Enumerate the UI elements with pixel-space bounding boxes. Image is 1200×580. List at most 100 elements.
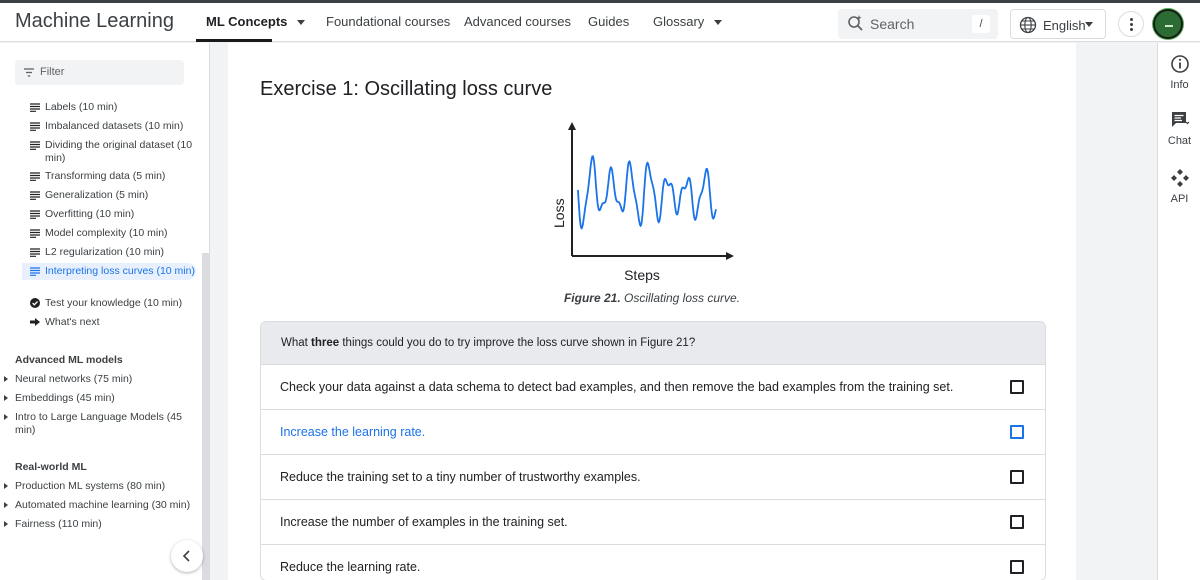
loss-curve-line [577,155,717,230]
tree-label: Automated machine learning (30 min) [15,499,191,511]
toc-label: Imbalanced datasets (10 min) [45,120,184,132]
answer-option-text: Check your data against a data schema to… [280,380,954,394]
answer-checkbox[interactable] [1010,425,1024,439]
toc-item-imbalanced-datasets[interactable]: Imbalanced datasets (10 min) [30,120,198,133]
language-label: English [1043,18,1086,33]
section-title-real-world-ml: Real-world ML [15,461,87,473]
loss-curve-figure: Loss Steps [551,122,734,283]
rail-label: API [1170,193,1189,205]
tree-item-production-ml-systems[interactable]: Production ML systems (80 min) [4,480,194,493]
chevron-left-icon [182,550,190,562]
answer-option-text: Reduce the learning rate. [280,560,421,574]
toc-label: What's next [45,316,100,328]
account-avatar[interactable] [1153,9,1183,39]
check-circle-icon [30,298,40,308]
caption-number: Figure 21. [563,291,621,305]
section-title-advanced-ml-models: Advanced ML models [15,354,123,366]
filter-placeholder: Filter [40,66,65,78]
expand-arrow-icon [4,521,8,527]
toc-item-l2-regularization[interactable]: L2 regularization (10 min) [30,246,198,259]
y-axis-label: Loss [551,198,567,228]
api-icon [1170,169,1189,187]
article-icon [30,267,40,276]
toc-label: Labels (10 min) [45,101,118,113]
sidebar-scrollbar[interactable] [202,253,209,580]
question-text: things could you do to try improve the l… [339,337,696,349]
chevron-down-icon [714,20,723,26]
more-options-button[interactable] [1118,11,1144,37]
filter-input[interactable]: Filter [15,60,184,85]
tree-item-automated-ml[interactable]: Automated machine learning (30 min) [4,499,194,512]
right-rail: Info Chat API [1157,43,1200,580]
tree-item-fairness[interactable]: Fairness (110 min) [4,518,194,531]
article-content: Exercise 1: Oscillating loss curve Loss … [228,43,1076,580]
y-axis-arrow [568,122,576,130]
search-placeholder: Search [870,16,915,32]
info-button[interactable]: Info [1158,54,1200,91]
search-input[interactable]: Search / [838,9,998,39]
tree-item-embeddings[interactable]: Embeddings (45 min) [4,392,194,405]
toc-item-model-complexity[interactable]: Model complexity (10 min) [30,227,198,240]
toc-item-labels[interactable]: Labels (10 min) [30,101,198,114]
answer-option[interactable]: Check your data against a data schema to… [261,364,1045,409]
top-bar: Machine Learning ML Concepts Foundationa… [0,0,1200,42]
search-shortcut-key: / [972,15,990,33]
toc-item-test-your-knowledge[interactable]: Test your knowledge (10 min) [30,297,198,310]
toc-label: Transforming data (5 min) [45,170,166,182]
toc-item-overfitting[interactable]: Overfitting (10 min) [30,208,198,221]
toc-item-transforming-data[interactable]: Transforming data (5 min) [30,170,198,183]
nav-guides[interactable]: Guides [588,14,629,29]
toc-item-dividing-dataset[interactable]: Dividing the original dataset (10 min) [30,139,198,165]
page-title: Exercise 1: Oscillating loss curve [260,78,553,100]
nav-glossary[interactable]: Glossary [653,14,723,29]
answer-option[interactable]: Reduce the training set to a tiny number… [261,454,1045,499]
collapse-sidebar-button[interactable] [171,540,203,572]
globe-icon [1019,16,1037,34]
article-icon [30,172,40,181]
answer-option[interactable]: Increase the learning rate. [261,409,1045,454]
toc-label: Generalization (5 min) [45,189,149,201]
answer-checkbox[interactable] [1010,560,1024,574]
rail-label: Info [1170,79,1189,91]
tree-label: Fairness (110 min) [15,518,102,530]
site-title[interactable]: Machine Learning [15,10,174,33]
nav-foundational-courses[interactable]: Foundational courses [326,14,450,29]
question-header: What three things could you do to try im… [261,322,1045,364]
api-button[interactable]: API [1158,168,1200,205]
answer-option[interactable]: Reduce the learning rate. [261,544,1045,580]
article-icon [30,122,40,131]
filter-icon [24,68,34,77]
more-vert-icon [1130,28,1133,31]
language-select[interactable]: English [1010,9,1106,39]
nav-label: Glossary [653,14,705,29]
nav-ml-concepts[interactable]: ML Concepts [206,14,306,29]
answer-checkbox[interactable] [1010,380,1024,394]
tree-item-intro-to-llms[interactable]: Intro to Large Language Models (45 min) [4,411,194,437]
tree-label: Embeddings (45 min) [15,392,115,404]
answer-checkbox[interactable] [1010,515,1024,529]
toc-label: Interpreting loss curves (10 min) [45,265,195,277]
question-text: What [281,337,312,349]
caption-text: Oscillating loss curve. [620,291,741,305]
answer-option-text: Increase the number of examples in the t… [280,515,568,529]
toc-label: Dividing the original dataset (10 min) [45,139,193,164]
more-vert-icon [1130,18,1133,21]
toc-item-whats-next[interactable]: What's next [30,316,198,329]
answer-checkbox[interactable] [1010,470,1024,484]
answer-option-text: Increase the learning rate. [280,425,426,439]
toc-item-generalization[interactable]: Generalization (5 min) [30,189,198,202]
tree-item-neural-networks[interactable]: Neural networks (75 min) [4,373,194,386]
x-axis-label: Steps [624,267,660,283]
info-icon [1170,55,1189,73]
chevron-down-icon [297,20,306,26]
article-icon [30,210,40,219]
expand-arrow-icon [4,395,8,401]
toc-label: L2 regularization (10 min) [45,246,165,258]
nav-label: ML Concepts [206,14,288,29]
chat-button[interactable]: Chat [1158,110,1200,147]
toc-label: Test your knowledge (10 min) [45,297,183,309]
answer-option[interactable]: Increase the number of examples in the t… [261,499,1045,544]
nav-advanced-courses[interactable]: Advanced courses [464,14,571,29]
toc-item-interpreting-loss-curves[interactable]: Interpreting loss curves (10 min) [22,263,196,280]
tree-label: Intro to Large Language Models (45 min) [15,411,182,436]
